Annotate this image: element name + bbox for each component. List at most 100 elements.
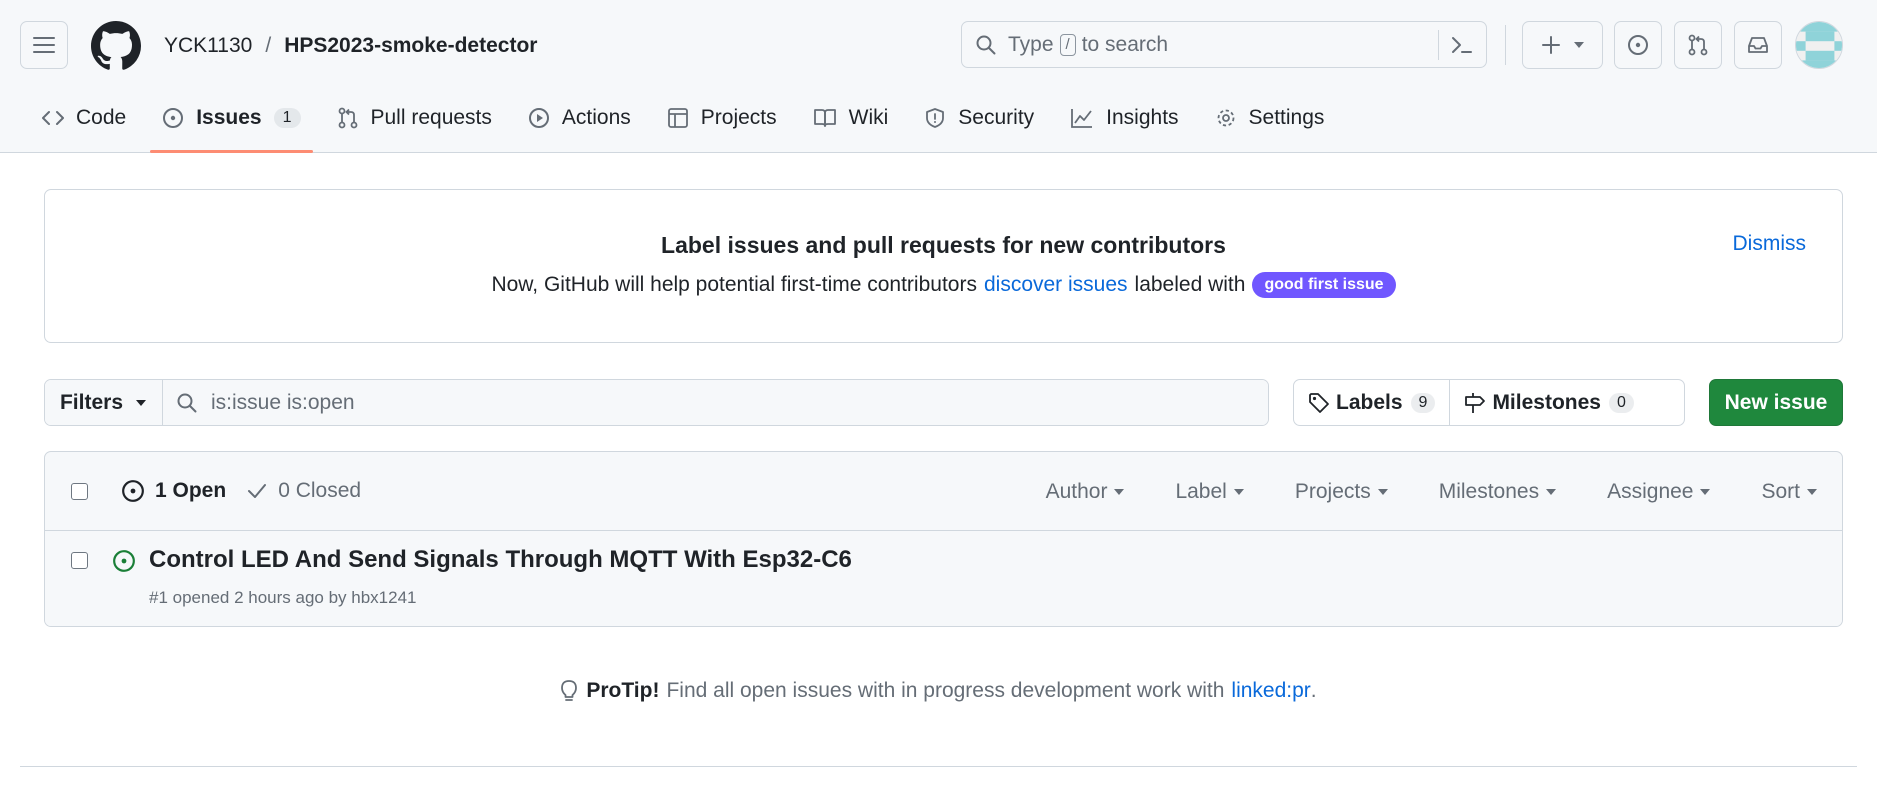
issue-checkbox[interactable] <box>71 552 88 569</box>
footer-divider <box>20 766 1857 767</box>
tab-projects[interactable]: Projects <box>655 100 789 136</box>
search-input[interactable]: Type / to search <box>961 21 1487 68</box>
issues-button[interactable] <box>1614 21 1662 69</box>
milestones-button[interactable]: Milestones 0 <box>1449 380 1647 425</box>
search-icon <box>976 35 996 55</box>
banner-text-after: labeled with <box>1134 273 1246 296</box>
issue-title-link[interactable]: Control LED And Send Signals Through MQT… <box>149 546 852 574</box>
filter-label: Milestones <box>1438 479 1540 503</box>
plus-icon <box>1541 35 1561 55</box>
banner-title: Label issues and pull requests for new c… <box>661 232 1226 258</box>
labels-count: 9 <box>1410 392 1436 413</box>
repo-link[interactable]: HPS2023-smoke-detector <box>284 34 537 58</box>
git-pull-request-icon <box>1687 34 1709 56</box>
author-filter[interactable]: Author <box>1046 480 1126 504</box>
contributor-banner: Label issues and pull requests for new c… <box>44 189 1843 343</box>
tab-label: Security <box>958 106 1035 129</box>
tab-issues[interactable]: Issues 1 <box>150 100 313 153</box>
chevron-down-icon <box>1806 488 1818 496</box>
tab-pull-requests[interactable]: Pull requests <box>325 100 504 136</box>
search-placeholder: Type / to search <box>1008 33 1168 57</box>
issue-list-header: 1 Open 0 Closed Author Label Projects Mi… <box>45 452 1842 531</box>
issue-opened-icon <box>162 107 184 129</box>
chevron-down-icon <box>1699 488 1711 496</box>
tab-security[interactable]: Security <box>912 100 1046 136</box>
labels-button[interactable]: Labels 9 <box>1294 380 1449 425</box>
filter-label: Author <box>1045 479 1108 503</box>
tab-wiki[interactable]: Wiki <box>801 100 901 136</box>
issue-meta: #1 opened 2 hours ago by hbx1241 <box>149 588 417 607</box>
tab-label: Settings <box>1248 106 1325 129</box>
command-palette-icon[interactable] <box>1450 34 1474 56</box>
owner-link[interactable]: YCK1130 <box>164 34 252 58</box>
filters-label: Filters <box>59 390 124 414</box>
filters-button[interactable]: Filters <box>45 380 163 425</box>
search-divider <box>1438 30 1439 60</box>
tab-actions[interactable]: Actions <box>516 100 643 136</box>
issue-list: 1 Open 0 Closed Author Label Projects Mi… <box>44 451 1843 627</box>
dismiss-button[interactable]: Dismiss <box>1733 232 1807 256</box>
tab-label: Insights <box>1106 106 1179 129</box>
milestones-label: Milestones <box>1492 390 1601 414</box>
filter-label: Sort <box>1761 479 1800 503</box>
create-new-button[interactable] <box>1522 21 1603 69</box>
milestones-count: 0 <box>1608 392 1634 413</box>
graph-icon <box>1070 107 1094 129</box>
open-issues-toggle[interactable]: 1 Open <box>121 479 226 503</box>
filter-label: Projects <box>1294 479 1371 503</box>
tab-code[interactable]: Code <box>30 100 138 136</box>
search-icon <box>163 393 211 413</box>
discover-issues-link[interactable]: discover issues <box>984 273 1128 297</box>
inbox-icon <box>1747 34 1769 56</box>
github-logo-icon[interactable] <box>91 21 141 71</box>
search-query: is:issue is:open <box>211 390 355 414</box>
gear-icon <box>1215 107 1237 129</box>
issue-opened-icon <box>112 549 136 573</box>
issue-filter-bar: Filters is:issue is:open <box>44 379 1269 426</box>
issues-counter: 1 <box>273 108 301 128</box>
breadcrumb-separator: / <box>265 34 272 57</box>
chevron-down-icon <box>1377 488 1389 496</box>
assignee-filter[interactable]: Assignee <box>1607 480 1711 504</box>
labels-milestones-group: Labels 9 Milestones 0 <box>1293 379 1685 426</box>
closed-count-label: 0 Closed <box>278 479 362 502</box>
table-row: Control LED And Send Signals Through MQT… <box>45 532 1842 626</box>
closed-issues-toggle[interactable]: 0 Closed <box>246 479 361 503</box>
breadcrumb: YCK1130 / HPS2023-smoke-detector <box>164 34 537 58</box>
protip-label: ProTip! <box>586 679 660 702</box>
milestone-icon <box>1464 392 1492 414</box>
label-filter[interactable]: Label <box>1175 480 1244 504</box>
filter-label: Label <box>1175 479 1227 503</box>
search-suffix: to search <box>1081 32 1169 56</box>
projects-filter[interactable]: Projects <box>1295 480 1389 504</box>
search-prefix: Type <box>1008 32 1054 56</box>
menu-button[interactable] <box>20 21 68 69</box>
avatar[interactable] <box>1795 21 1843 69</box>
shield-icon <box>924 107 946 129</box>
tab-settings[interactable]: Settings <box>1203 100 1337 136</box>
chevron-down-icon <box>135 399 147 407</box>
tab-insights[interactable]: Insights <box>1058 100 1190 136</box>
issue-search-input[interactable]: is:issue is:open <box>163 380 1268 425</box>
linked-pr-link[interactable]: linked:pr <box>1231 679 1310 703</box>
good-first-issue-label[interactable]: good first issue <box>1252 272 1396 298</box>
protip-text: Find all open issues with in progress de… <box>666 679 1225 702</box>
inbox-button[interactable] <box>1734 21 1782 69</box>
new-issue-button[interactable]: New issue <box>1709 379 1843 426</box>
tab-label: Code <box>76 106 127 129</box>
pull-requests-button[interactable] <box>1674 21 1722 69</box>
banner-text: Now, GitHub will help potential first-ti… <box>45 272 1842 298</box>
tab-label: Actions <box>561 106 631 129</box>
search-shortcut-key: / <box>1059 33 1076 56</box>
select-all-checkbox[interactable] <box>71 482 88 500</box>
labels-label: Labels <box>1336 390 1403 414</box>
protip-end: . <box>1310 679 1317 702</box>
chevron-down-icon <box>1545 488 1557 496</box>
table-icon <box>667 107 689 129</box>
milestones-filter[interactable]: Milestones <box>1439 480 1557 504</box>
tab-label: Wiki <box>848 106 889 129</box>
repo-header: YCK1130 / HPS2023-smoke-detector Type / … <box>0 0 1877 153</box>
sort-filter[interactable]: Sort <box>1761 480 1818 504</box>
banner-text-before: Now, GitHub will help potential first-ti… <box>491 273 977 296</box>
tag-icon <box>1308 392 1336 414</box>
